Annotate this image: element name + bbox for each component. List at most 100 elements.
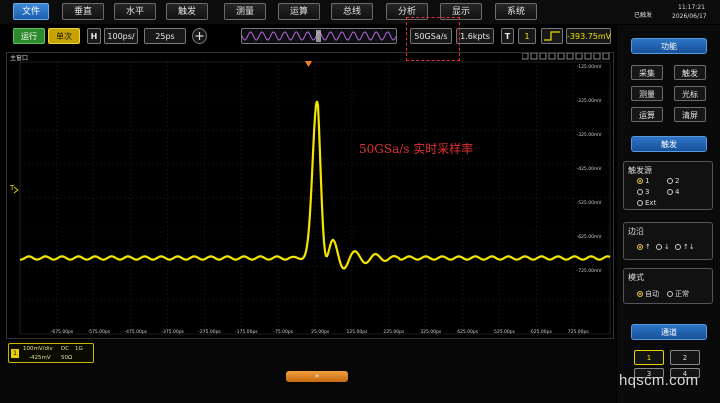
ctrl-icon[interactable]	[566, 53, 574, 60]
acquire-button[interactable]: 采集	[631, 65, 663, 80]
x-tick-label: 325.00ps	[420, 329, 442, 335]
overview-trace	[241, 30, 397, 42]
y-tick-label: -425.00mV	[577, 166, 603, 172]
channel-button-2[interactable]: 2	[670, 350, 700, 365]
mode-radio-normal[interactable]: 正常	[667, 289, 689, 299]
radio-label: 4	[675, 188, 680, 196]
ctrl-icon[interactable]	[522, 53, 529, 60]
menu-horizontal[interactable]: 水平	[114, 3, 156, 20]
clock-date: 2026/06/17	[672, 13, 707, 20]
x-tick-label: 225.00ps	[383, 329, 405, 335]
source-radio-1[interactable]: 1	[637, 177, 649, 185]
menu-trigger[interactable]: 触发	[166, 3, 208, 20]
trigger-tag: T	[501, 28, 514, 44]
close-icon[interactable]	[602, 53, 610, 60]
cursor-button[interactable]: 光标	[674, 86, 706, 101]
menu-file[interactable]: 文件	[13, 3, 49, 20]
y-tick-label: -125.00mV	[577, 64, 603, 70]
radio-label: 1	[645, 177, 650, 185]
x-tick-label: -475.00ps	[124, 329, 147, 335]
ctrl-icon[interactable]	[548, 53, 556, 60]
radio-dot-icon	[637, 189, 643, 195]
x-tick-label: 425.00ps	[457, 329, 479, 335]
mode-title: 模式	[628, 273, 644, 282]
x-tick-label: -175.00ps	[235, 329, 258, 335]
ctrl-icon[interactable]	[584, 53, 592, 60]
source-radio-4[interactable]: 4	[667, 188, 679, 196]
source-radio-2[interactable]: 2	[667, 177, 679, 185]
trigger-header-label: 触发	[661, 140, 677, 149]
trigger-source-title: 触发源	[628, 166, 652, 175]
trigger-level-field[interactable]: -393.75mV	[566, 28, 611, 44]
both-arrows-icon: ↑↓	[683, 243, 695, 251]
y-tick-label: -325.00mV	[577, 132, 603, 138]
right-panel	[617, 25, 720, 403]
zoom-plus-icon[interactable]	[192, 28, 207, 44]
x-tick-label: 125.00ps	[347, 329, 369, 335]
ctrl-icon[interactable]	[575, 53, 583, 60]
radio-label: 自动	[645, 290, 659, 298]
x-tick-label: -675.00ps	[51, 329, 74, 335]
x-tick-label: 525.00ps	[494, 329, 516, 335]
trigger-arrow-icon	[13, 186, 19, 194]
mode-radio-auto[interactable]: 自动	[637, 289, 659, 299]
radio-label: Ext	[645, 199, 657, 207]
menu-system[interactable]: 系统	[495, 3, 537, 20]
y-tick-label: -225.00mV	[577, 98, 603, 104]
watermark: hqscm.com	[619, 372, 699, 389]
edge-radio-both[interactable]: ↑↓	[675, 243, 695, 251]
trigger-menu-button[interactable]: 触发	[674, 65, 706, 80]
math-button[interactable]: 运算	[631, 107, 663, 122]
function-header-label: 功能	[661, 42, 677, 51]
menu-bus[interactable]: 总线	[331, 3, 373, 20]
radio-dot-icon	[637, 200, 643, 206]
radio-dot-icon	[637, 244, 643, 250]
waveform-overview[interactable]	[241, 28, 397, 44]
ctrl-icon[interactable]	[557, 53, 565, 60]
source-radio-ext[interactable]: Ext	[637, 199, 656, 207]
channel-1-info[interactable]: 1 100mV/div DC 1G -425mV 50Ω	[8, 343, 94, 363]
x-tick-label: -275.00ps	[198, 329, 221, 335]
source-radio-3[interactable]: 3	[637, 188, 649, 196]
ctrl-icon[interactable]	[530, 53, 538, 60]
radio-label: 正常	[675, 290, 689, 298]
ctrl-icon[interactable]	[539, 53, 547, 60]
function-header[interactable]: 功能	[631, 38, 707, 54]
channel-offset: -425mV	[29, 355, 51, 361]
timebase-field[interactable]: 100ps/	[104, 28, 138, 44]
radio-label: 2	[675, 177, 680, 185]
single-button[interactable]: 单次	[48, 28, 80, 44]
trigger-position-marker[interactable]	[305, 61, 312, 67]
position-field[interactable]: 25ps	[144, 28, 186, 44]
ctrl-icon[interactable]	[593, 53, 601, 60]
expand-button[interactable]: »	[286, 371, 348, 382]
edge-radio-falling[interactable]: ↓	[656, 243, 670, 251]
edge-title: 边沿	[628, 227, 644, 236]
record-length-field: 1.6kpts	[456, 28, 494, 44]
y-tick-label: -725.00mV	[577, 268, 603, 274]
channel-bandwidth: 1G	[75, 346, 83, 352]
sample-rate-highlight	[406, 17, 460, 61]
edge-radio-rising[interactable]: ↑	[637, 243, 651, 251]
channel-header[interactable]: 通道	[631, 324, 707, 340]
x-tick-label: -75.00ps	[273, 329, 293, 335]
channel-coupling: DC	[61, 346, 70, 352]
y-tick-label: -525.00mV	[577, 200, 603, 206]
trigger-level-marker[interactable]: T	[9, 184, 15, 192]
rising-arrow-icon: ↑	[645, 243, 651, 251]
menu-measure[interactable]: 测量	[224, 3, 266, 20]
channel-button-1[interactable]: 1	[634, 350, 664, 365]
x-tick-label: 25.00ps	[311, 329, 330, 335]
run-button[interactable]: 运行	[13, 28, 45, 44]
falling-arrow-icon: ↓	[664, 243, 670, 251]
menu-vertical[interactable]: 垂直	[62, 3, 104, 20]
radio-dot-icon	[667, 189, 673, 195]
measure-button[interactable]: 测量	[631, 86, 663, 101]
x-tick-label: -375.00ps	[161, 329, 184, 335]
trigger-source-field[interactable]: 1	[518, 28, 536, 44]
rising-edge-icon[interactable]	[541, 28, 563, 44]
trigger-header[interactable]: 触发	[631, 136, 707, 152]
menu-math[interactable]: 运算	[278, 3, 320, 20]
channel-header-label: 通道	[661, 328, 677, 337]
clear-button[interactable]: 清屏	[674, 107, 706, 122]
